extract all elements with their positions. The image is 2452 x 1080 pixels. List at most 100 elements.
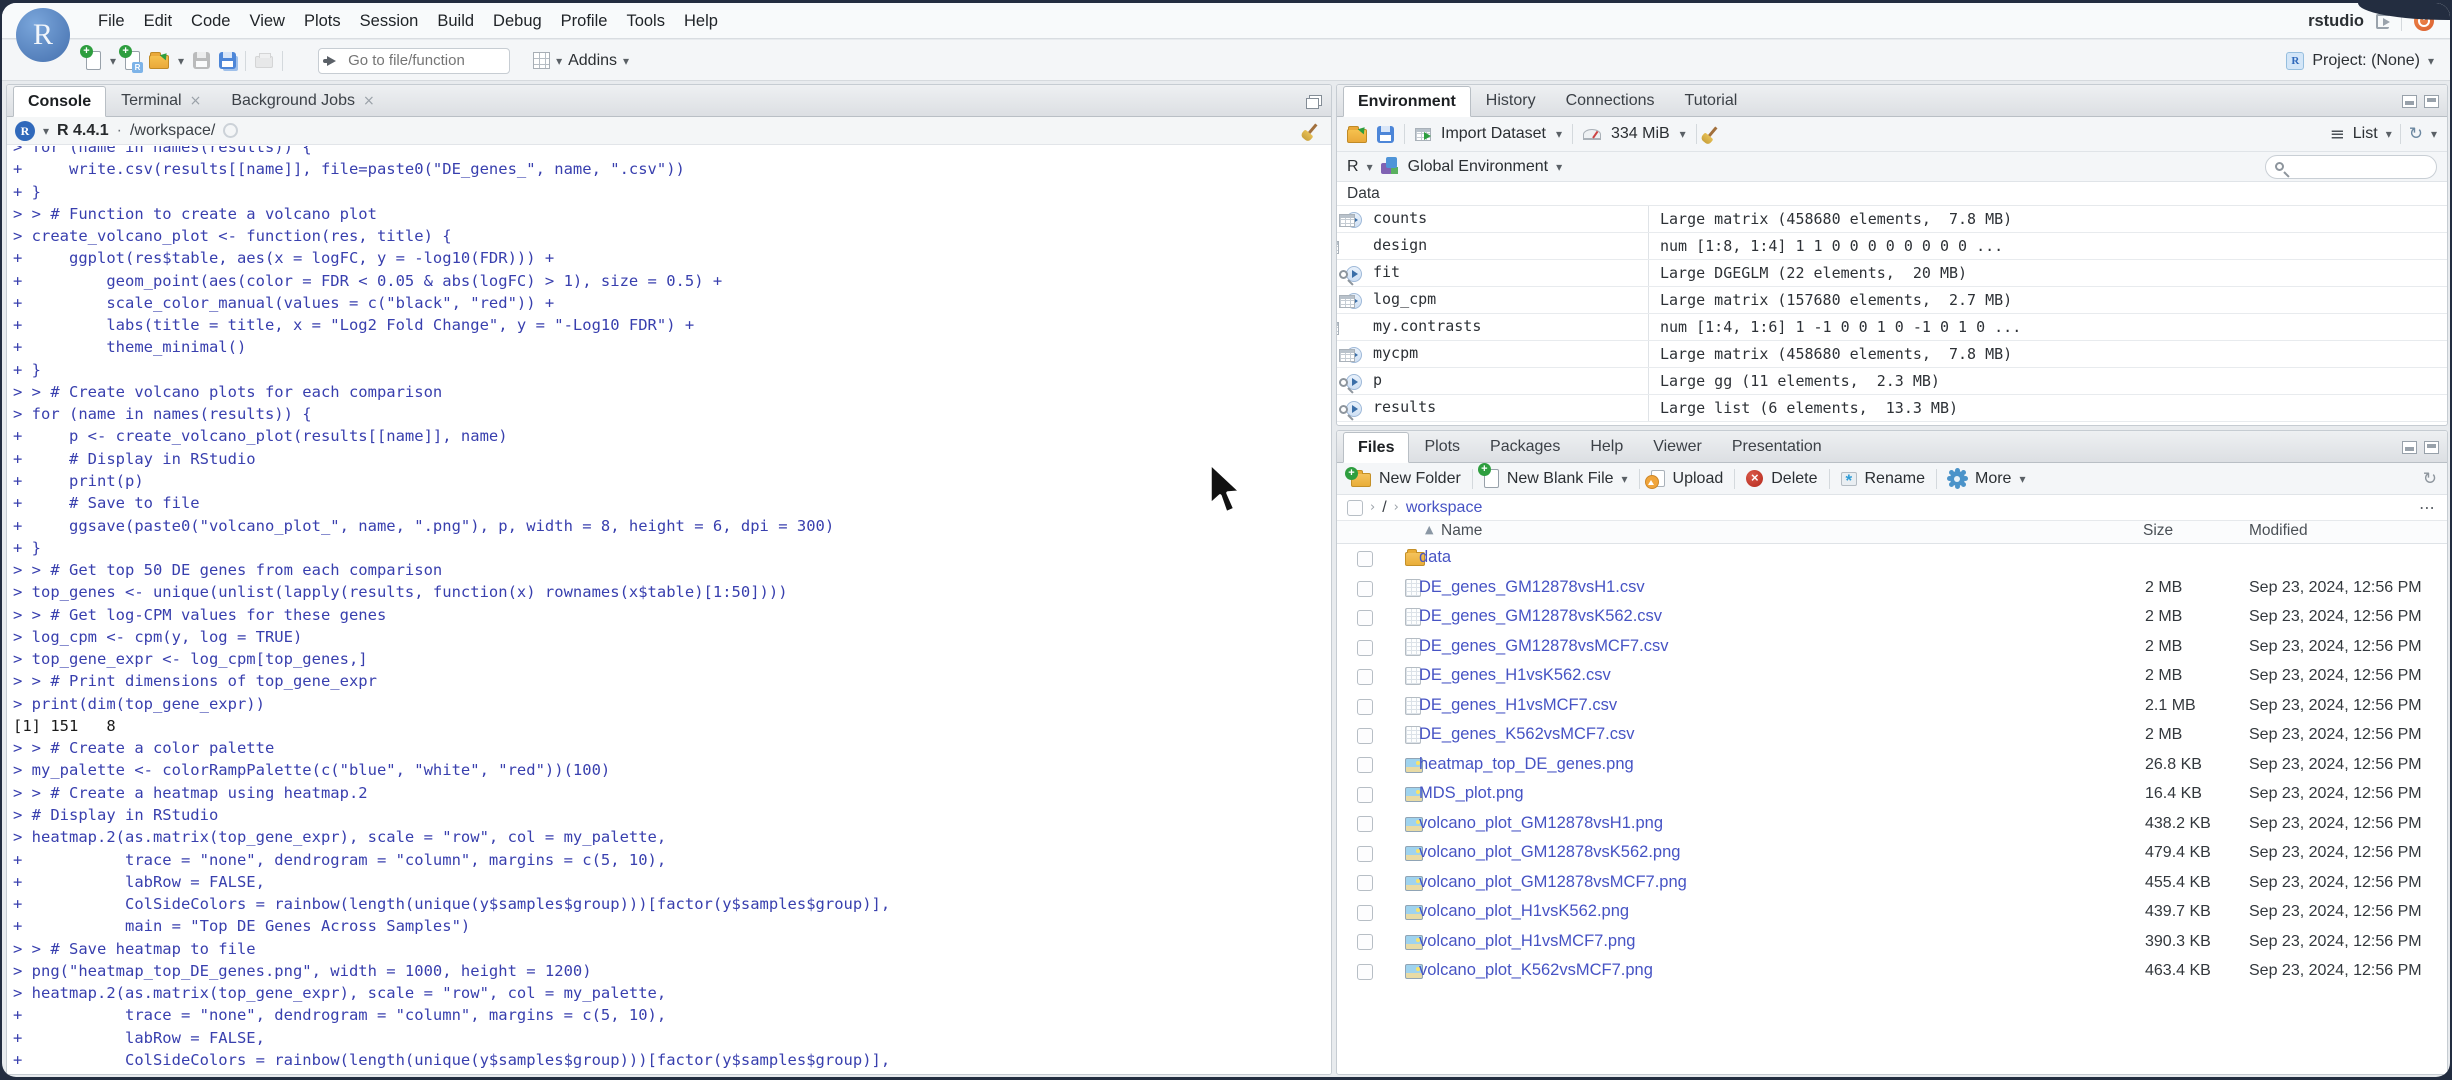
refresh-caret-icon[interactable]: ▾ (2431, 127, 2437, 141)
file-checkbox[interactable] (1357, 550, 1373, 567)
view-table-icon[interactable] (1339, 349, 1355, 363)
save-icon[interactable] (193, 52, 211, 69)
file-name-link[interactable]: heatmap_top_DE_genes.png (1419, 755, 1634, 774)
column-header-modified[interactable]: Modified (2249, 522, 2308, 540)
refresh-icon[interactable]: ↻ (2409, 124, 2423, 144)
view-table-icon[interactable] (1337, 322, 1339, 336)
tab-files-help[interactable]: Help (1575, 431, 1638, 462)
tab-env-connections[interactable]: Connections (1551, 85, 1670, 116)
file-row[interactable]: volcano_plot_H1vsMCF7.png 390.3 KB Sep 23,… (1337, 928, 2447, 958)
new-project-icon[interactable] (119, 45, 144, 73)
file-name-link[interactable]: volcano_plot_GM12878vsK562.png (1419, 843, 1680, 862)
open-file-icon[interactable] (149, 52, 170, 69)
panes-grid-icon[interactable] (533, 52, 551, 69)
list-view-button[interactable]: List (2353, 125, 2378, 143)
file-row[interactable]: DE_genes_GM12878vsK562.csv 2 MB Sep 23, 20… (1337, 603, 2447, 633)
goto-file-box[interactable] (318, 47, 511, 74)
save-workspace-icon[interactable] (1377, 125, 1394, 143)
environment-scope-selector[interactable]: Global Environment (1408, 158, 1549, 176)
view-table-icon[interactable] (1339, 214, 1355, 228)
r-session-caret-icon[interactable]: ▾ (43, 124, 49, 138)
scope-caret-icon[interactable]: ▾ (1556, 160, 1562, 174)
file-name-link[interactable]: DE_genes_GM12878vsH1.csv (1419, 578, 1645, 597)
menu-tools[interactable]: Tools (626, 12, 665, 31)
maximize-pane-icon[interactable] (1306, 97, 1319, 109)
file-name-link[interactable]: data (1419, 548, 1451, 567)
file-row[interactable]: volcano_plot_K562vsMCF7.png 463.4 KB Sep 2… (1337, 957, 2447, 987)
file-checkbox[interactable] (1357, 904, 1373, 921)
new-blank-file-button[interactable]: New Blank File ▾ (1477, 463, 1632, 488)
file-checkbox[interactable] (1357, 786, 1373, 803)
import-dataset-button[interactable]: Import Dataset (1441, 125, 1546, 143)
print-icon[interactable] (255, 53, 274, 68)
console-output-area[interactable]: > for (name in names(results)) {+ write.… (7, 146, 1331, 1074)
breadcrumb-workspace[interactable]: workspace (1406, 499, 1482, 517)
sign-out-icon[interactable] (2376, 13, 2390, 29)
file-row[interactable]: DE_genes_H1vsMCF7.csv 2.1 MB Sep 23, 2024,… (1337, 692, 2447, 722)
file-checkbox[interactable] (1357, 963, 1373, 980)
tab-env-environment[interactable]: Environment (1343, 86, 1471, 117)
new-folder-button[interactable]: New Folder (1345, 467, 1465, 488)
maximize-pane-icon[interactable] (2424, 440, 2439, 454)
column-header-name[interactable]: Name (1441, 522, 1482, 540)
file-checkbox[interactable] (1357, 610, 1373, 626)
environment-row[interactable]: fit Large DGEGLM (22 elements, 20 MB) (1337, 260, 2447, 287)
rename-button[interactable]: Rename (1837, 470, 1929, 488)
addins-label[interactable]: Addins (568, 52, 617, 70)
file-row[interactable]: volcano_plot_H1vsK562.png 439.7 KB Sep 23,… (1337, 898, 2447, 928)
file-checkbox[interactable] (1357, 698, 1373, 715)
menu-build[interactable]: Build (437, 12, 474, 31)
memory-usage[interactable]: 334 MiB (1611, 125, 1670, 143)
file-name-link[interactable]: DE_genes_H1vsMCF7.csv (1419, 696, 1617, 715)
column-header-size[interactable]: Size (2143, 522, 2173, 540)
breadcrumb-root[interactable]: / (1382, 499, 1386, 517)
menu-help[interactable]: Help (684, 12, 718, 31)
menu-plots[interactable]: Plots (304, 12, 341, 31)
environment-row[interactable]: my.contrasts num [1:4, 1:6] 1 -1 0 0 1 0 … (1337, 314, 2447, 341)
file-row[interactable]: volcano_plot_GM12878vsH1.png 438.2 KB Sep … (1337, 810, 2447, 840)
file-name-link[interactable]: DE_genes_K562vsMCF7.csv (1419, 725, 1635, 744)
working-directory[interactable]: /workspace/ (130, 122, 215, 140)
file-row[interactable]: DE_genes_GM12878vsH1.csv 2 MB Sep 23, 2024… (1337, 574, 2447, 604)
file-name-link[interactable]: DE_genes_GM12878vsK562.csv (1419, 607, 1662, 626)
project-selector[interactable]: Project: (None) (2312, 52, 2420, 70)
select-all-checkbox[interactable] (1347, 499, 1363, 516)
tab-env-tutorial[interactable]: Tutorial (1670, 85, 1753, 116)
menu-session[interactable]: Session (360, 12, 419, 31)
environment-row[interactable]: log_cpm Large matrix (157680 elements, 2.… (1337, 287, 2447, 314)
language-selector[interactable]: R (1347, 158, 1359, 176)
tab-files-plots[interactable]: Plots (1409, 431, 1475, 462)
project-caret-icon[interactable]: ▾ (2428, 54, 2434, 68)
file-checkbox[interactable] (1357, 875, 1373, 892)
file-checkbox[interactable] (1357, 639, 1373, 656)
menu-file[interactable]: File (98, 12, 125, 31)
file-name-link[interactable]: volcano_plot_GM12878vsH1.png (1419, 814, 1663, 833)
file-checkbox[interactable] (1357, 845, 1373, 862)
file-name-link[interactable]: MDS_plot.png (1419, 784, 1524, 803)
menu-debug[interactable]: Debug (493, 12, 542, 31)
file-checkbox[interactable] (1357, 757, 1373, 774)
upload-button[interactable]: Upload (1644, 470, 1728, 489)
menu-edit[interactable]: Edit (144, 12, 172, 31)
addins-group[interactable]: ▾ Addins ▾ (533, 52, 629, 70)
menu-code[interactable]: Code (191, 12, 230, 31)
file-row[interactable]: volcano_plot_GM12878vsMCF7.png 455.4 KB Se… (1337, 869, 2447, 899)
addins-caret-icon[interactable]: ▾ (623, 54, 629, 68)
file-checkbox[interactable] (1357, 816, 1373, 833)
tab-env-history[interactable]: History (1471, 85, 1551, 116)
list-view-icon[interactable]: ≡ (2330, 124, 2345, 145)
environment-row[interactable]: mycpm Large matrix (458680 elements, 7.8 … (1337, 341, 2447, 368)
close-icon[interactable]: × (363, 86, 375, 116)
refresh-icon[interactable]: ↻ (2423, 469, 2437, 489)
file-row[interactable]: heatmap_top_DE_genes.png 26.8 KB Sep 23, 2… (1337, 751, 2447, 781)
new-file-icon[interactable] (80, 45, 101, 70)
tab-console-background-jobs[interactable]: Background Jobs × (216, 85, 389, 116)
tab-console-console[interactable]: Console (13, 86, 107, 117)
more-button[interactable]: More ▾ (1944, 469, 2029, 488)
file-row[interactable]: DE_genes_GM12878vsMCF7.csv 2 MB Sep 23, 20… (1337, 633, 2447, 663)
load-workspace-icon[interactable] (1347, 125, 1367, 143)
menu-view[interactable]: View (249, 12, 284, 31)
file-checkbox[interactable] (1357, 669, 1373, 685)
import-dataset-icon[interactable] (1415, 127, 1431, 141)
menu-profile[interactable]: Profile (561, 12, 608, 31)
